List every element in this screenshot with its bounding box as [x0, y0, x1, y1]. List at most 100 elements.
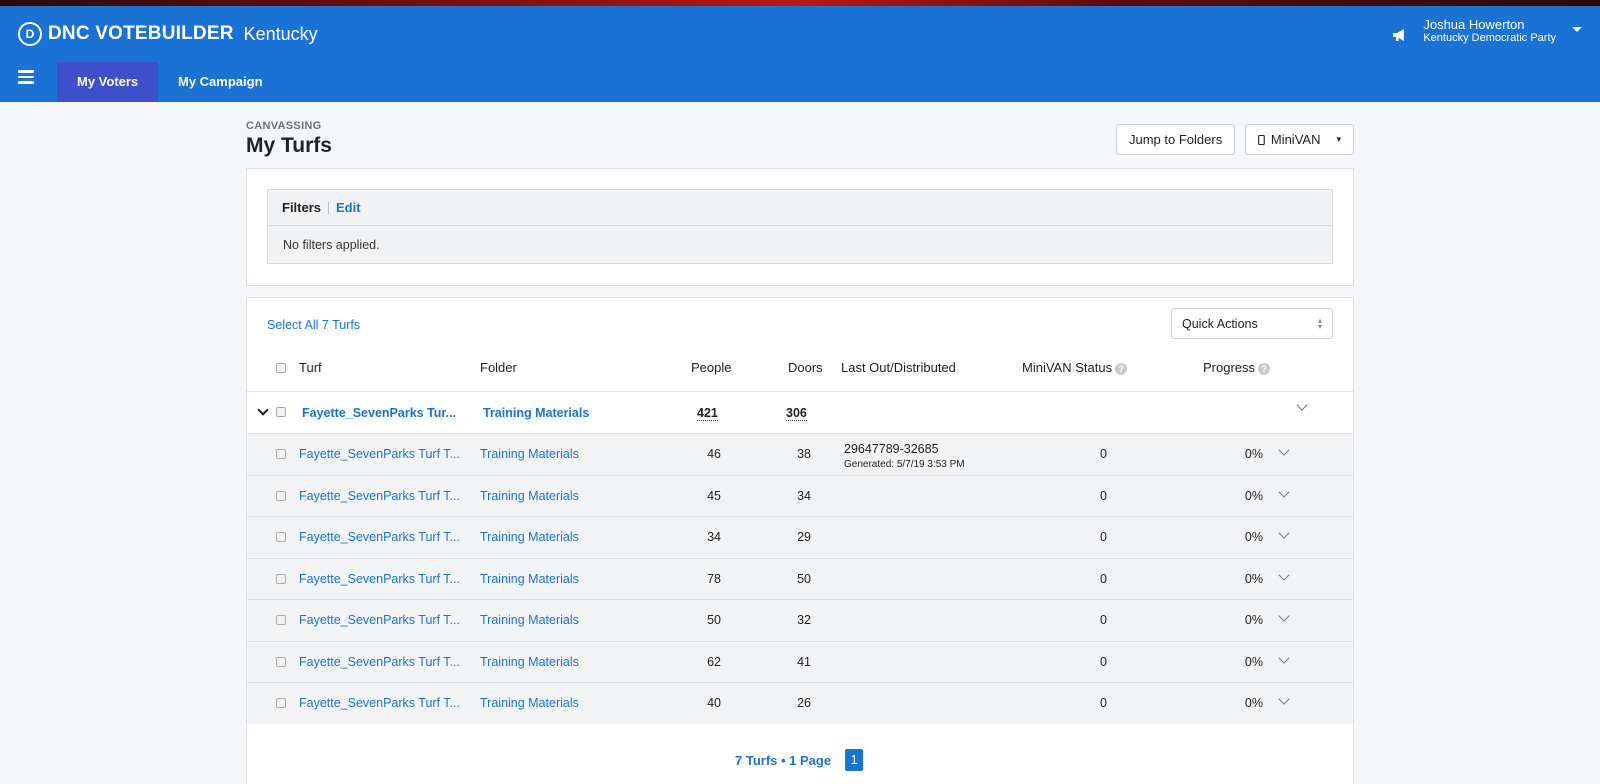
column-header-people[interactable]: People [691, 360, 731, 375]
row-actions-chevron-icon[interactable] [1278, 610, 1290, 622]
turf-group-row[interactable]: Fayette_SevenParks Tur... Training Mater… [247, 391, 1353, 433]
turf-row[interactable]: Fayette_SevenParks Turf T... Training Mat… [247, 558, 1353, 599]
turfs-card: Select All 7 Turfs Quick Actions ▴ ▾ Turf… [246, 297, 1354, 784]
column-header-minivan-status[interactable]: MiniVAN Status? [1022, 360, 1128, 375]
progress-value: 0% [1244, 530, 1263, 544]
row-actions-chevron-icon[interactable] [1296, 399, 1308, 411]
column-header-progress[interactable]: Progress? [1203, 360, 1271, 375]
row-actions-chevron-icon[interactable] [1278, 527, 1290, 539]
generated-timestamp: Generated: 5/7/19 3:53 PM [844, 459, 965, 470]
progress-value: 0% [1244, 572, 1263, 586]
folder-link[interactable]: Training Materials [480, 447, 579, 461]
row-checkbox[interactable] [276, 574, 286, 584]
quick-actions-select[interactable]: Quick Actions ▴ ▾ [1171, 308, 1333, 339]
column-header-doors[interactable]: Doors [788, 360, 823, 375]
progress-value: 0% [1244, 655, 1263, 669]
pagination: 7 Turfs • 1 Page 1 [735, 749, 864, 771]
row-actions-chevron-icon[interactable] [1278, 569, 1290, 581]
people-count[interactable]: 421 [697, 406, 718, 421]
user-name: Joshua Howerton [1423, 17, 1525, 32]
folder-link[interactable]: Training Materials [483, 406, 589, 420]
row-actions-chevron-icon[interactable] [1278, 652, 1290, 664]
folder-link[interactable]: Training Materials [480, 613, 579, 627]
filters-card: Filters Edit No filters applied. [246, 168, 1354, 286]
folder-link[interactable]: Training Materials [480, 655, 579, 669]
turf-name-link[interactable]: Fayette_SevenParks Turf T... [299, 572, 460, 586]
user-organization: Kentucky Democratic Party [1423, 32, 1556, 44]
brand[interactable]: D DNC VOTEBUILDER Kentucky [18, 22, 318, 46]
row-actions-chevron-icon[interactable] [1278, 486, 1290, 498]
user-menu-caret-icon[interactable] [1572, 27, 1582, 32]
filters-header: Filters Edit [268, 190, 1332, 226]
turf-row[interactable]: Fayette_SevenParks Turf T... Training Mat… [247, 433, 1353, 475]
page-button-current[interactable]: 1 [845, 749, 864, 771]
dnc-logo-icon: D [18, 22, 42, 46]
row-checkbox[interactable] [276, 657, 286, 667]
tab-my-campaign[interactable]: My Campaign [158, 62, 283, 102]
minivan-button[interactable]: MiniVAN ▾ [1245, 124, 1354, 155]
row-checkbox[interactable] [276, 407, 286, 417]
progress-value: 0% [1244, 447, 1263, 461]
people-count: 46 [707, 447, 721, 461]
filters-status: No filters applied. [283, 238, 380, 252]
minivan-status-value: 0 [1100, 655, 1107, 669]
filters-edit-link[interactable]: Edit [336, 200, 361, 215]
turf-name-link[interactable]: Fayette_SevenParks Turf T... [299, 489, 460, 503]
turf-name-link[interactable]: Fayette_SevenParks Turf T... [299, 447, 460, 461]
minivan-caret-icon: ▾ [1336, 134, 1341, 144]
turf-row[interactable]: Fayette_SevenParks Turf T... Training Mat… [247, 516, 1353, 558]
progress-value: 0% [1244, 613, 1263, 627]
turf-row[interactable]: Fayette_SevenParks Turf T... Training Mat… [247, 599, 1353, 641]
row-checkbox[interactable] [276, 615, 286, 625]
turf-row[interactable]: Fayette_SevenParks Turf T... Training Mat… [247, 641, 1353, 682]
turf-name-link[interactable]: Fayette_SevenParks Turf T... [299, 530, 460, 544]
turf-name-link[interactable]: Fayette_SevenParks Tur... [302, 406, 456, 420]
minivan-status-value: 0 [1100, 447, 1107, 461]
doors-count: 29 [797, 530, 811, 544]
filters-panel: Filters Edit No filters applied. [267, 189, 1333, 264]
help-icon[interactable]: ? [1115, 363, 1128, 375]
minivan-status-value: 0 [1100, 696, 1107, 710]
row-checkbox[interactable] [276, 698, 286, 708]
turf-row[interactable]: Fayette_SevenParks Turf T... Training Mat… [247, 682, 1353, 724]
row-actions-chevron-icon[interactable] [1278, 444, 1290, 456]
row-checkbox[interactable] [276, 449, 286, 459]
page-title: My Turfs [246, 134, 332, 157]
hamburger-menu-icon[interactable] [18, 70, 34, 87]
tab-my-voters[interactable]: My Voters [57, 62, 159, 102]
turf-name-link[interactable]: Fayette_SevenParks Turf T... [299, 655, 460, 669]
megaphone-icon[interactable] [1392, 28, 1408, 42]
minivan-status-value: 0 [1100, 613, 1107, 627]
folder-link[interactable]: Training Materials [480, 530, 579, 544]
minivan-status-value: 0 [1100, 489, 1107, 503]
help-icon[interactable]: ? [1258, 363, 1271, 375]
select-all-checkbox[interactable] [276, 363, 286, 373]
progress-value: 0% [1244, 696, 1263, 710]
column-header-last-out[interactable]: Last Out/Distributed [841, 360, 956, 375]
select-all-turfs-link[interactable]: Select All 7 Turfs [267, 318, 360, 332]
people-count: 40 [707, 696, 721, 710]
column-header-turf[interactable]: Turf [299, 360, 322, 375]
folder-link[interactable]: Training Materials [480, 489, 579, 503]
turf-name-link[interactable]: Fayette_SevenParks Turf T... [299, 613, 460, 627]
progress-value: 0% [1244, 489, 1263, 503]
filters-label: Filters [282, 200, 322, 215]
jump-to-folders-button[interactable]: Jump to Folders [1116, 124, 1236, 155]
row-checkbox[interactable] [276, 532, 286, 542]
doors-count: 32 [797, 613, 811, 627]
folder-link[interactable]: Training Materials [480, 572, 579, 586]
people-count: 62 [707, 655, 721, 669]
column-header-folder[interactable]: Folder [480, 360, 517, 375]
collapse-chevron-icon[interactable] [257, 404, 269, 416]
quick-actions-label: Quick Actions [1182, 317, 1258, 331]
minivan-status-value: 0 [1100, 530, 1107, 544]
user-menu[interactable]: Joshua Howerton Kentucky Democratic Part… [1423, 17, 1556, 44]
brand-name: DNC VOTEBUILDER [48, 23, 234, 44]
turf-name-link[interactable]: Fayette_SevenParks Turf T... [299, 696, 460, 710]
doors-count[interactable]: 306 [786, 406, 807, 421]
row-checkbox[interactable] [276, 491, 286, 501]
folder-link[interactable]: Training Materials [480, 696, 579, 710]
doors-count: 41 [797, 655, 811, 669]
row-actions-chevron-icon[interactable] [1278, 693, 1290, 705]
turf-row[interactable]: Fayette_SevenParks Turf T... Training Mat… [247, 475, 1353, 516]
